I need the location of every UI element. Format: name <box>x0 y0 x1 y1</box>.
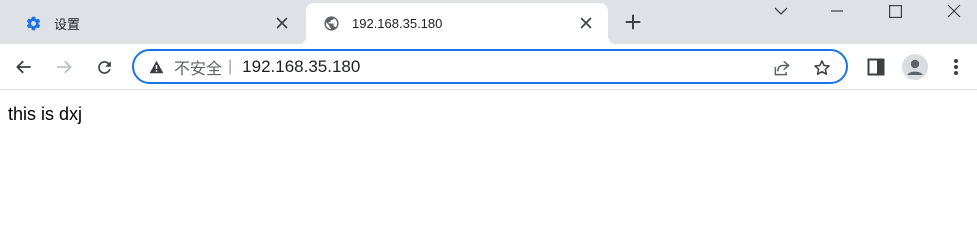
reload-button[interactable] <box>90 53 118 81</box>
avatar <box>902 54 928 80</box>
toolbar: 不安全 | 192.168.35.180 <box>0 44 977 90</box>
minimize-button[interactable] <box>814 0 860 22</box>
bookmark-button[interactable] <box>810 56 834 80</box>
back-button[interactable] <box>10 53 38 81</box>
tab-title: 192.168.35.180 <box>352 16 443 31</box>
tab-settings[interactable]: 设置 <box>0 3 306 44</box>
more-vert-icon <box>954 59 958 75</box>
reload-icon <box>97 60 111 74</box>
side-panel-button[interactable] <box>862 53 890 81</box>
arrow-right-icon <box>57 60 72 74</box>
browser-window: 设置 192.168.35.180 不安全 | 192.168.35.180 t… <box>0 0 977 252</box>
address-bar[interactable]: 不安全 | 192.168.35.180 <box>132 49 848 84</box>
plus-icon <box>625 14 641 30</box>
globe-icon <box>322 15 340 33</box>
warning-icon[interactable] <box>146 57 166 77</box>
person-icon <box>907 59 923 75</box>
tab-strip: 设置 192.168.35.180 <box>0 0 977 44</box>
side-panel-icon <box>867 58 885 76</box>
page-content: this is dxj <box>0 90 977 252</box>
close-icon <box>580 17 592 29</box>
maximize-icon <box>888 4 902 18</box>
tab-search-button[interactable] <box>758 0 804 22</box>
menu-button[interactable] <box>942 53 970 81</box>
minimize-icon <box>831 10 843 12</box>
maximize-button[interactable] <box>872 0 918 22</box>
chevron-down-icon <box>774 7 788 15</box>
share-icon <box>774 60 790 76</box>
arrow-left-icon <box>16 60 31 74</box>
new-tab-button[interactable] <box>621 10 645 34</box>
gear-icon <box>24 15 42 33</box>
share-button[interactable] <box>770 56 794 80</box>
close-tab-button[interactable] <box>576 13 596 33</box>
profile-button[interactable] <box>901 53 929 81</box>
star-icon <box>814 60 830 75</box>
close-icon <box>276 17 288 29</box>
tab-title: 设置 <box>54 17 81 32</box>
page-text: this is dxj <box>8 104 83 124</box>
separator: | <box>228 57 233 75</box>
close-tab-button[interactable] <box>272 13 292 33</box>
close-icon <box>947 4 961 18</box>
url-text[interactable]: 192.168.35.180 <box>242 57 360 77</box>
forward-button[interactable] <box>50 53 78 81</box>
close-window-button[interactable] <box>931 0 977 22</box>
tab-active-page[interactable]: 192.168.35.180 <box>298 3 616 44</box>
security-label[interactable]: 不安全 <box>174 55 222 79</box>
